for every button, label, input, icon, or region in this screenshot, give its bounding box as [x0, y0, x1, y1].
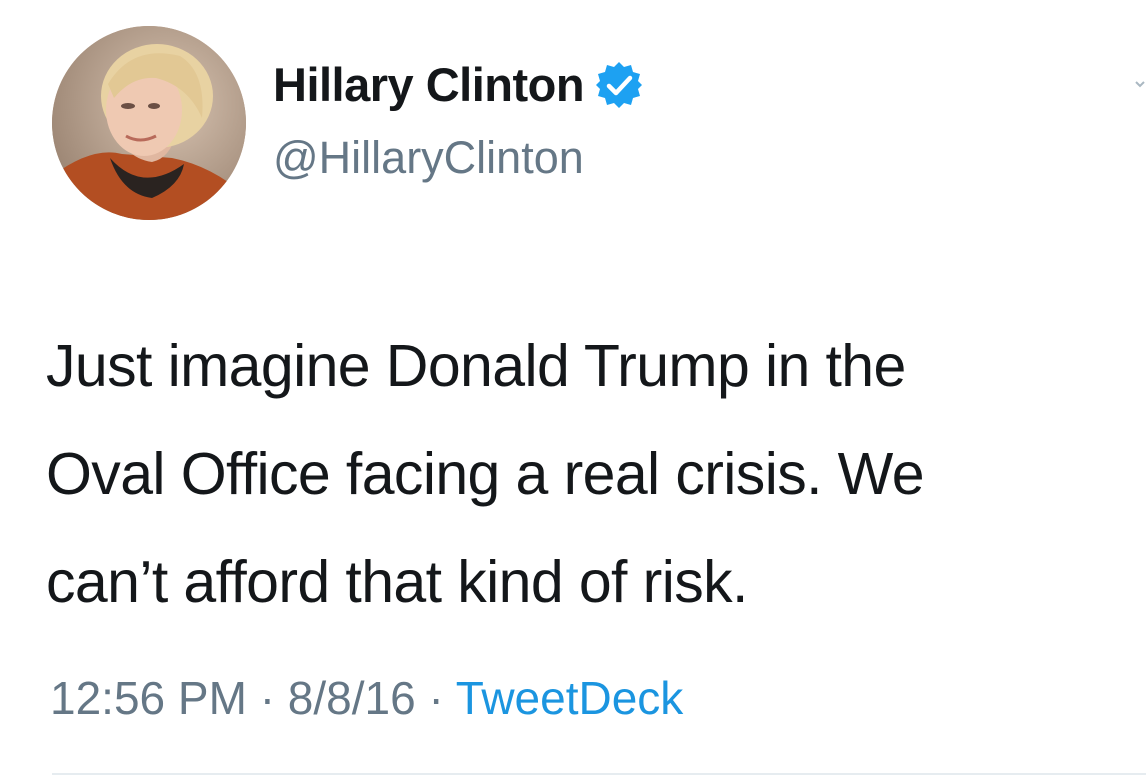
- author-display-name[interactable]: Hillary Clinton: [273, 55, 585, 115]
- tweet-time[interactable]: 12:56 PM: [50, 672, 247, 724]
- tweet-metadata: 12:56 PM · 8/8/16 · TweetDeck: [50, 663, 683, 733]
- author-handle[interactable]: @HillaryClinton: [273, 128, 584, 188]
- verified-badge-icon: [594, 60, 644, 110]
- meta-separator: ·: [428, 672, 444, 724]
- tweet-date[interactable]: 8/8/16: [288, 672, 416, 724]
- chevron-down-icon[interactable]: [1134, 74, 1146, 90]
- meta-separator: ·: [259, 672, 276, 724]
- tweet-source-link[interactable]: TweetDeck: [456, 672, 684, 724]
- avatar-portrait: [52, 26, 246, 220]
- author-avatar[interactable]: [52, 26, 246, 220]
- tweet-text: Just imagine Donald Trump in the Oval Of…: [46, 333, 925, 615]
- divider: [52, 773, 1146, 775]
- author-name-row[interactable]: Hillary Clinton: [273, 55, 644, 115]
- tweet-detail: Hillary Clinton @HillaryClinton Just ima…: [0, 0, 1146, 782]
